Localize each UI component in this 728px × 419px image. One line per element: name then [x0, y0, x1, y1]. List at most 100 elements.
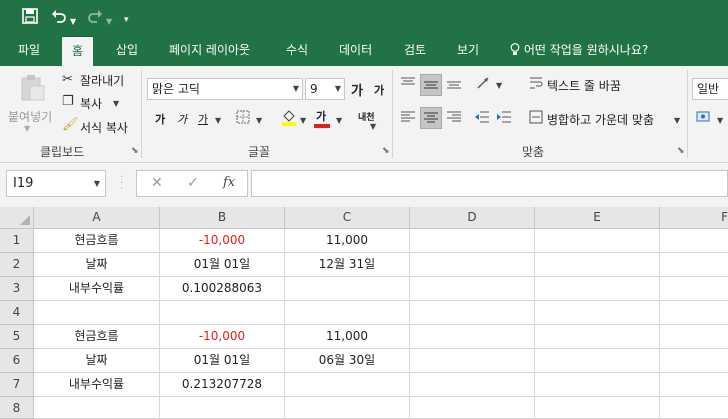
merge-center-button[interactable]: 병합하고 가운데 맞춤	[547, 111, 654, 128]
align-bottom-icon[interactable]	[446, 76, 462, 95]
align-center-button[interactable]	[420, 107, 442, 129]
increase-indent-icon[interactable]	[496, 110, 512, 129]
paste-dropdown-icon[interactable]: ▼	[24, 124, 30, 133]
undo-dropdown-icon[interactable]: ▼	[70, 12, 76, 32]
row-header[interactable]: 3	[0, 277, 34, 301]
font-launcher-icon[interactable]: ⬊	[382, 146, 390, 156]
tab-file[interactable]: 파일	[18, 36, 40, 66]
cell-b3[interactable]: 0.100288063	[160, 277, 285, 301]
font-color-button[interactable]: 가	[316, 108, 326, 124]
clipboard-launcher-icon[interactable]: ⬊	[131, 146, 139, 156]
cell-d5[interactable]	[410, 325, 535, 349]
align-middle-button[interactable]	[420, 74, 442, 96]
cell-a1[interactable]: 현금흐름	[34, 229, 160, 253]
tab-view[interactable]: 보기	[457, 36, 479, 66]
align-right-icon[interactable]	[446, 110, 462, 129]
cell-b1[interactable]: -10,000	[160, 229, 285, 253]
currency-dropdown-icon[interactable]: ▼	[717, 116, 723, 125]
row-header[interactable]: 6	[0, 349, 34, 373]
copy-button[interactable]: 복사	[80, 95, 102, 112]
column-header-a[interactable]: A	[34, 207, 160, 229]
currency-format-icon[interactable]	[696, 110, 712, 129]
cell-f4[interactable]	[660, 301, 728, 325]
wrap-text-button[interactable]: 텍스트 줄 바꿈	[547, 77, 621, 94]
cell-d8[interactable]	[410, 397, 535, 419]
cell-a7[interactable]: 내부수익률	[34, 373, 160, 397]
tab-insert[interactable]: 삽입	[116, 36, 138, 66]
cell-e5[interactable]	[535, 325, 660, 349]
cell-d7[interactable]	[410, 373, 535, 397]
align-top-icon[interactable]	[400, 76, 416, 95]
cell-a4[interactable]	[34, 301, 160, 325]
grow-font-button[interactable]: 가	[351, 80, 363, 99]
row-header[interactable]: 1	[0, 229, 34, 253]
decrease-indent-icon[interactable]	[474, 110, 490, 129]
column-header-f[interactable]: F	[660, 207, 728, 229]
row-header[interactable]: 4	[0, 301, 34, 325]
cell-e3[interactable]	[535, 277, 660, 301]
select-all-button[interactable]	[0, 207, 34, 229]
cell-e4[interactable]	[535, 301, 660, 325]
cell-d2[interactable]	[410, 253, 535, 277]
cell-b5[interactable]: -10,000	[160, 325, 285, 349]
cell-c4[interactable]	[285, 301, 410, 325]
column-header-c[interactable]: C	[285, 207, 410, 229]
formula-input[interactable]	[251, 170, 728, 197]
format-painter-button[interactable]: 서식 복사	[80, 119, 128, 136]
insert-function-icon[interactable]: fx	[223, 175, 235, 190]
cell-d3[interactable]	[410, 277, 535, 301]
cell-c5[interactable]: 11,000	[285, 325, 410, 349]
cell-e1[interactable]	[535, 229, 660, 253]
cell-d1[interactable]	[410, 229, 535, 253]
cell-b7[interactable]: 0.213207728	[160, 373, 285, 397]
cancel-icon[interactable]: ✕	[151, 175, 163, 191]
tab-formulas[interactable]: 수식	[286, 36, 308, 66]
font-name-select[interactable]: 맑은 고딕 ▼	[147, 78, 303, 100]
column-header-d[interactable]: D	[410, 207, 535, 229]
font-size-select[interactable]: 9 ▼	[305, 78, 345, 100]
paste-icon[interactable]	[20, 74, 46, 107]
column-header-e[interactable]: E	[535, 207, 660, 229]
redo-dropdown-icon[interactable]: ▼	[106, 12, 112, 32]
italic-button[interactable]: 가	[177, 111, 187, 127]
align-left-icon[interactable]	[400, 110, 416, 129]
cell-f2[interactable]	[660, 253, 728, 277]
cell-f5[interactable]	[660, 325, 728, 349]
border-dropdown-icon[interactable]: ▼	[256, 116, 262, 125]
redo-icon[interactable]	[87, 8, 103, 29]
bold-button[interactable]: 가	[155, 111, 165, 127]
name-box[interactable]: I19 ▼	[6, 170, 106, 197]
cell-f3[interactable]	[660, 277, 728, 301]
cell-a5[interactable]: 현금흐름	[34, 325, 160, 349]
cell-e7[interactable]	[535, 373, 660, 397]
cell-e8[interactable]	[535, 397, 660, 419]
font-color-dropdown-icon[interactable]: ▼	[336, 116, 342, 125]
column-header-b[interactable]: B	[160, 207, 285, 229]
cell-a8[interactable]	[34, 397, 160, 419]
cell-a6[interactable]: 날짜	[34, 349, 160, 373]
row-header[interactable]: 7	[0, 373, 34, 397]
fill-color-dropdown-icon[interactable]: ▼	[300, 116, 306, 125]
cell-c3[interactable]	[285, 277, 410, 301]
copy-dropdown-icon[interactable]: ▼	[113, 99, 119, 108]
row-header[interactable]: 5	[0, 325, 34, 349]
cell-e6[interactable]	[535, 349, 660, 373]
underline-button[interactable]: 가	[198, 111, 208, 127]
alignment-launcher-icon[interactable]: ⬊	[677, 146, 685, 156]
row-header[interactable]: 8	[0, 397, 34, 419]
tab-home[interactable]: 홈	[62, 36, 94, 66]
cell-b8[interactable]	[160, 397, 285, 419]
phonetic-dropdown-icon[interactable]: ▼	[370, 122, 376, 131]
tab-page-layout[interactable]: 페이지 레이아웃	[169, 36, 250, 66]
border-icon[interactable]	[236, 110, 250, 129]
cell-c8[interactable]	[285, 397, 410, 419]
cell-c1[interactable]: 11,000	[285, 229, 410, 253]
orientation-dropdown-icon[interactable]: ▼	[496, 81, 502, 90]
cell-a2[interactable]: 날짜	[34, 253, 160, 277]
paste-button[interactable]: 붙여넣기	[8, 108, 52, 125]
cell-f7[interactable]	[660, 373, 728, 397]
cell-c7[interactable]	[285, 373, 410, 397]
customize-toolbar-icon[interactable]: ▾	[124, 10, 129, 30]
tab-data[interactable]: 데이터	[339, 36, 372, 66]
cell-e2[interactable]	[535, 253, 660, 277]
